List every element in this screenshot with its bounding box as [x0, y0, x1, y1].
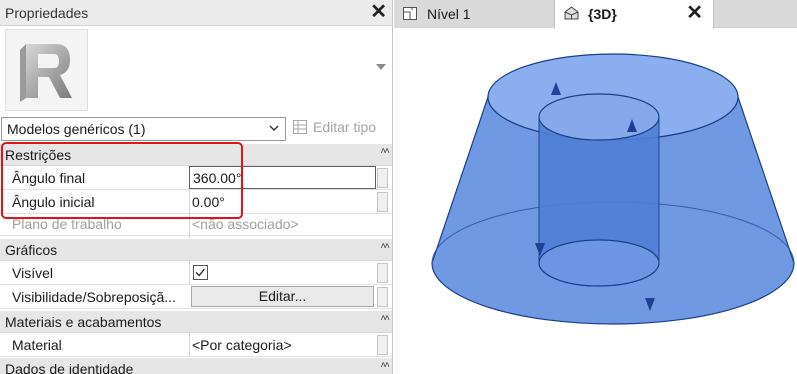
category-materiais[interactable]: Materiais e acabamentos ˄˄ — [0, 311, 392, 333]
panel-title: Propriedades — [5, 5, 89, 21]
row-handle[interactable] — [377, 335, 388, 355]
property-row-visibilidade[interactable]: Visibilidade/Sobreposiçã... Editar... — [0, 285, 392, 309]
inner-cylinder-top — [538, 93, 660, 141]
material-value[interactable]: <Por categoria> — [192, 337, 292, 353]
row-handle[interactable] — [377, 287, 388, 307]
collapse-icon[interactable]: ˄˄ — [380, 313, 390, 324]
category-label: Materiais e acabamentos — [5, 314, 162, 330]
property-row-visivel[interactable]: Visível — [0, 261, 392, 285]
type-preview-image[interactable] — [5, 29, 88, 111]
property-name: Visível — [12, 265, 53, 281]
collapse-icon[interactable]: ˄˄ — [380, 360, 390, 371]
property-name: Plano de trabalho — [12, 216, 122, 232]
tab-nivel-1[interactable]: Nível 1 — [394, 0, 554, 28]
property-row-angulo-final[interactable]: Ângulo final 360.00° — [0, 166, 392, 190]
tab-3d[interactable]: {3D} ✕ — [554, 0, 714, 29]
angulo-inicial-value[interactable]: 0.00° — [192, 194, 225, 210]
visivel-checkbox[interactable] — [193, 265, 208, 280]
row-handle[interactable] — [377, 263, 388, 283]
tab-label: Nível 1 — [427, 6, 471, 22]
close-icon[interactable]: ✕ — [686, 2, 703, 24]
plano-trabalho-value: <não associado> — [192, 216, 299, 232]
row-handle[interactable] — [377, 168, 388, 188]
category-dados[interactable]: Dados de identidade ˄˄ — [0, 358, 392, 374]
row-handle[interactable] — [377, 192, 388, 212]
3d-view-canvas[interactable] — [394, 29, 797, 374]
column-divider — [189, 190, 190, 214]
type-selector-value: Modelos genéricos (1) — [7, 121, 146, 137]
collapse-icon[interactable]: ˄˄ — [380, 146, 390, 157]
revit-r-logo-icon — [20, 44, 72, 102]
category-graficos[interactable]: Gráficos ˄˄ — [0, 239, 392, 261]
house-3d-icon — [564, 6, 579, 20]
column-divider — [189, 214, 190, 238]
property-name: Ângulo inicial — [12, 194, 95, 210]
revolved-solid-model[interactable] — [394, 29, 797, 374]
properties-header: Propriedades ✕ — [0, 0, 392, 26]
property-row-material[interactable]: Material <Por categoria> — [0, 333, 392, 357]
view-tabs: Nível 1 {3D} ✕ — [394, 0, 797, 29]
category-label: Restrições — [5, 147, 72, 163]
category-label: Dados de identidade — [5, 361, 134, 374]
inner-cylinder-bottom — [538, 239, 660, 287]
collapse-icon[interactable]: ˄˄ — [380, 241, 390, 252]
edit-type-label: Editar tipo — [313, 119, 377, 135]
column-divider — [189, 261, 190, 285]
edit-type-icon — [293, 120, 307, 134]
checkmark-icon — [195, 268, 205, 277]
tab-label: {3D} — [588, 6, 617, 22]
floor-plan-icon — [403, 7, 417, 20]
properties-panel: Propriedades ✕ Modelos genéricos (1) Edi… — [0, 0, 393, 374]
close-icon[interactable]: ✕ — [370, 1, 387, 23]
category-label: Gráficos — [5, 242, 58, 258]
property-value: 360.00° — [193, 170, 242, 186]
property-name: Ângulo final — [12, 170, 86, 186]
property-row-plano-trabalho: Plano de trabalho <não associado> — [0, 214, 392, 238]
property-name: Visibilidade/Sobreposiçã... — [12, 289, 176, 305]
category-restricoes[interactable]: Restrições ˄˄ — [0, 144, 392, 166]
angulo-final-input[interactable]: 360.00° — [189, 166, 376, 189]
type-selector-dropdown[interactable]: Modelos genéricos (1) — [1, 117, 286, 141]
edit-visibility-button[interactable]: Editar... — [191, 286, 374, 307]
chevron-down-icon[interactable] — [376, 64, 386, 70]
property-row-angulo-inicial[interactable]: Ângulo inicial 0.00° — [0, 190, 392, 214]
chevron-down-icon — [269, 125, 279, 131]
property-grid: Restrições ˄˄ Ângulo final 360.00° Ângul… — [0, 144, 392, 374]
property-name: Material — [12, 337, 62, 353]
column-divider — [189, 333, 190, 357]
